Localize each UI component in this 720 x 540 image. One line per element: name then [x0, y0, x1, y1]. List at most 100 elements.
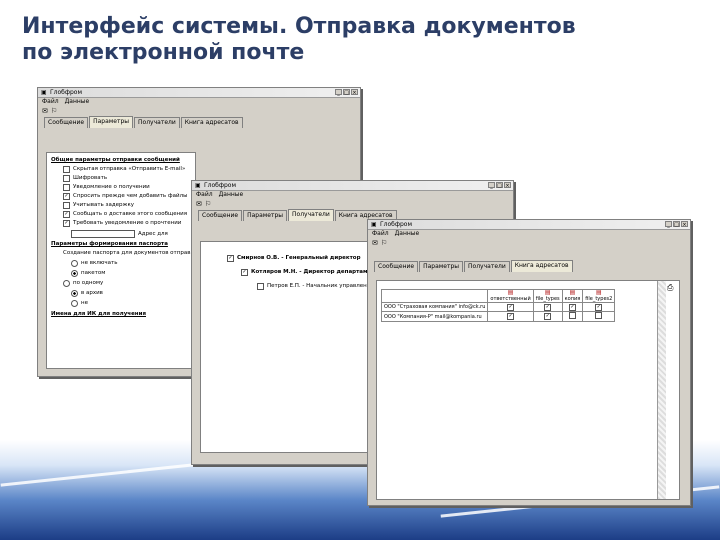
slide-title: Интерфейс системы. Отправка документов п… [22, 14, 712, 66]
cell-checkbox[interactable] [507, 313, 515, 320]
recipient-checkbox[interactable] [227, 255, 234, 262]
close-button[interactable]: × [681, 221, 688, 228]
tab-address-book[interactable]: Книга адресатов [510, 260, 573, 272]
tab-message[interactable]: Сообщение [198, 210, 243, 221]
option-row[interactable]: Спросить прежде чем добавить файлы [63, 193, 187, 200]
window-titlebar[interactable]: ▣ Глобфром _ □ × [368, 220, 690, 230]
menubar: Файл Данные [38, 98, 360, 106]
menubar: Файл Данные [368, 230, 690, 238]
table-row[interactable]: ООО "Компания-Р" mail@kompania.ru [380, 311, 616, 322]
window-titlebar[interactable]: ▣ Глобфром _ □ × [38, 88, 360, 98]
cell-checkbox[interactable] [568, 303, 576, 311]
minimize-button[interactable]: _ [335, 89, 342, 96]
cell-checkbox[interactable] [595, 312, 603, 319]
radio-button[interactable] [71, 300, 78, 307]
flag-icon[interactable]: ⚐ [381, 238, 387, 248]
address-input[interactable] [71, 230, 135, 238]
contact-name: ООО "Компания-Р" mail@kompania.ru [380, 311, 489, 322]
radio-button[interactable] [63, 280, 70, 287]
tab-recipients[interactable]: Получатели [464, 261, 510, 272]
column-header[interactable]: ▤ file_types [532, 289, 563, 303]
menu-data[interactable]: Данные [65, 98, 90, 106]
tab-parameters[interactable]: Параметры [89, 116, 134, 128]
table-row[interactable]: ООО "Страховая компания" info@ck.ru [380, 302, 616, 312]
radio-row[interactable]: не включать [71, 260, 118, 267]
option-checkbox[interactable] [63, 175, 70, 182]
tab-message[interactable]: Сообщение [374, 261, 419, 272]
radio-row[interactable]: в архив [71, 290, 103, 297]
option-row[interactable]: Сообщать о доставке этого сообщения [63, 211, 187, 218]
address-row: Адрес для [71, 230, 168, 238]
menu-file[interactable]: Файл [196, 191, 213, 199]
minimize-button[interactable]: _ [665, 221, 672, 228]
vertical-scrollbar[interactable] [657, 281, 666, 499]
radio-row[interactable]: по одному [63, 280, 103, 287]
tab-message[interactable]: Сообщение [44, 117, 89, 128]
option-checkbox[interactable] [63, 166, 70, 173]
maximize-button[interactable]: □ [496, 182, 503, 189]
minimize-button[interactable]: _ [488, 182, 495, 189]
close-button[interactable]: × [504, 182, 511, 189]
app-icon: ▣ [371, 221, 377, 228]
address-label: Адрес для [138, 230, 168, 237]
cell-checkbox[interactable] [544, 303, 552, 311]
recipient-item[interactable]: Котляров М.Н. - Директор департамента [241, 269, 382, 276]
radio-row[interactable]: пакетом [71, 270, 105, 277]
recipient-checkbox[interactable] [241, 269, 248, 276]
tab-address-book[interactable]: Книга адресатов [180, 117, 243, 128]
address-book-table: ▤ ответственный ▤ file_types ▤ копия ▤ file_… [380, 289, 616, 322]
tab-recipients[interactable]: Получатели [134, 117, 180, 128]
column-header[interactable]: ▤ file_types2 [582, 289, 616, 303]
cell-checkbox[interactable] [595, 303, 603, 311]
menu-data[interactable]: Данные [219, 191, 244, 199]
menu-file[interactable]: Файл [42, 98, 59, 106]
menu-file[interactable]: Файл [372, 230, 389, 238]
maximize-button[interactable]: □ [343, 89, 350, 96]
menu-data[interactable]: Данные [395, 230, 420, 238]
recipient-checkbox[interactable] [257, 283, 264, 290]
radio-button[interactable] [71, 270, 78, 277]
recipient-item[interactable]: Смирнов О.В. - Генеральный директор [227, 255, 361, 262]
option-row[interactable]: Уведомление о получении [63, 184, 150, 191]
radio-button[interactable] [71, 290, 78, 297]
section-passport: Параметры формирования паспорта [51, 241, 168, 247]
cell-checkbox[interactable] [544, 313, 552, 320]
send-icon[interactable]: ✉ [372, 238, 378, 248]
option-label: Учитывать задержку [73, 202, 135, 208]
radio-label: по одному [73, 280, 104, 286]
radio-label: не [81, 300, 88, 306]
option-checkbox[interactable] [63, 202, 70, 209]
send-icon[interactable]: ✉ [42, 106, 48, 116]
maximize-button[interactable]: □ [673, 221, 680, 228]
print-icon[interactable]: ⎙ [667, 283, 673, 293]
option-checkbox[interactable] [63, 211, 70, 218]
table-header-row: ▤ ответственный ▤ file_types ▤ копия ▤ file_… [380, 289, 616, 303]
radio-row[interactable]: не [71, 300, 88, 307]
slide-title-line1: Интерфейс системы. Отправка документов [22, 14, 576, 39]
column-header[interactable]: ▤ ответственный [487, 289, 534, 303]
send-icon[interactable]: ✉ [196, 199, 202, 209]
tab-parameters[interactable]: Параметры [243, 210, 288, 221]
window-title: Глобфром [50, 89, 83, 96]
tab-recipients[interactable]: Получатели [288, 209, 334, 221]
flag-icon[interactable]: ⚐ [51, 106, 57, 116]
cell-checkbox[interactable] [568, 312, 576, 319]
tab-parameters[interactable]: Параметры [419, 261, 464, 272]
toolbar: ✉ ⚐ [192, 199, 513, 209]
close-button[interactable]: × [351, 89, 358, 96]
radio-button[interactable] [71, 260, 78, 267]
option-checkbox[interactable] [63, 193, 70, 200]
option-row[interactable]: Шифровать [63, 175, 107, 182]
recipient-item[interactable]: Петров Е.П. - Начальник управления [257, 283, 374, 290]
option-row[interactable]: Учитывать задержку [63, 202, 134, 209]
option-checkbox[interactable] [63, 220, 70, 227]
flag-icon[interactable]: ⚐ [205, 199, 211, 209]
toolbar: ✉ ⚐ [368, 238, 690, 248]
option-row[interactable]: Требовать уведомление о прочтении [63, 220, 181, 227]
cell-checkbox[interactable] [507, 303, 515, 311]
option-label: Шифровать [73, 175, 108, 181]
column-header[interactable]: ▤ копия [561, 289, 584, 303]
option-row[interactable]: Скрытая отправка «Отправить E-mail» [63, 166, 185, 173]
option-checkbox[interactable] [63, 184, 70, 191]
window-titlebar[interactable]: ▣ Глобфром _ □ × [192, 181, 513, 191]
